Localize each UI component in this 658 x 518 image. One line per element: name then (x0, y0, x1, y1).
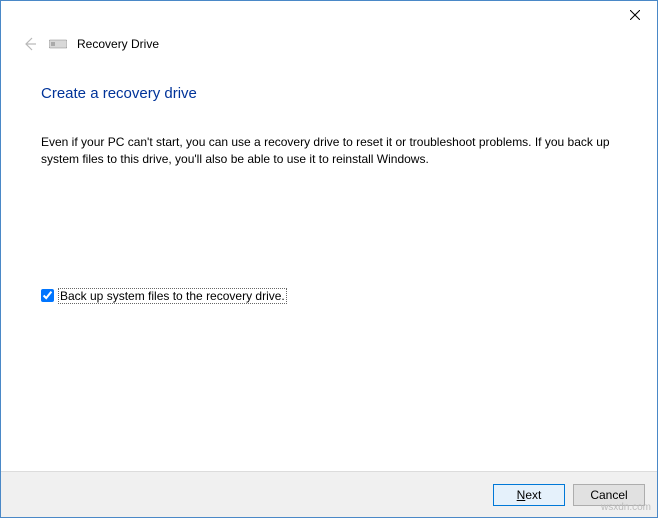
backup-checkbox[interactable] (41, 289, 54, 302)
page-heading: Create a recovery drive (41, 85, 617, 102)
content-area: Create a recovery drive Even if your PC … (1, 55, 657, 471)
description-text: Even if your PC can't start, you can use… (41, 134, 617, 168)
backup-checkbox-row: Back up system files to the recovery dri… (41, 288, 617, 304)
drive-icon (49, 38, 67, 50)
titlebar (1, 1, 657, 29)
back-arrow-icon (22, 36, 38, 52)
footer: Next Cancel (1, 471, 657, 517)
wizard-title: Recovery Drive (77, 37, 159, 51)
back-button[interactable] (21, 35, 39, 53)
wizard-header: Recovery Drive (1, 29, 657, 55)
recovery-drive-wizard: Recovery Drive Create a recovery drive E… (0, 0, 658, 518)
close-icon (630, 10, 640, 20)
cancel-button[interactable]: Cancel (573, 484, 645, 506)
next-button-rest: ext (525, 488, 541, 502)
backup-checkbox-label[interactable]: Back up system files to the recovery dri… (58, 288, 287, 304)
next-button[interactable]: Next (493, 484, 565, 506)
close-button[interactable] (621, 5, 649, 25)
